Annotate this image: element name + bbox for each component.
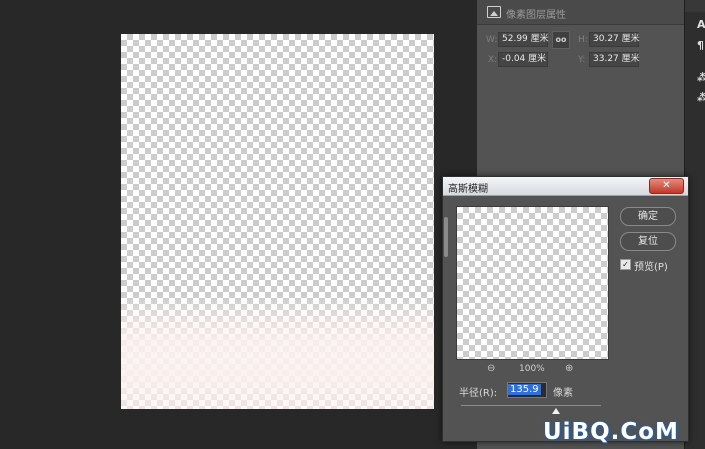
properties-header: 像素图层属性	[477, 0, 684, 25]
styles-tool-icon[interactable]: ⁂	[697, 92, 705, 104]
radius-input[interactable]: 135.9	[507, 382, 547, 398]
glyphs-tool-icon[interactable]: ⁂	[697, 72, 705, 84]
radius-value: 135.9	[508, 384, 541, 395]
unit-label: 像素	[553, 388, 573, 399]
dialog-scrollbar[interactable]	[444, 217, 448, 257]
link-icon[interactable]: oo	[552, 31, 570, 49]
blur-preview[interactable]	[456, 206, 609, 360]
radius-slider-thumb[interactable]	[552, 408, 561, 414]
height-label: H:	[578, 35, 588, 45]
x-label: X:	[488, 55, 498, 65]
close-button[interactable]: ✕	[649, 178, 684, 194]
width-field[interactable]: 52.99 厘米	[498, 32, 549, 47]
y-field[interactable]: 33.27 厘米	[589, 52, 640, 67]
zoom-in-icon[interactable]: ⊕	[565, 363, 577, 375]
reset-button[interactable]: 复位	[620, 232, 676, 251]
zoom-value: 100%	[519, 364, 545, 374]
pixel-layer-icon	[487, 6, 501, 18]
radius-label: 半径(R):	[459, 388, 498, 399]
gaussian-blur-dialog: 高斯模糊 ✕ 确定 复位 ✓ 预览(P) ⊖ 100% ⊕ 半径(R): 135…	[442, 176, 689, 442]
character-tool-icon[interactable]: A	[697, 19, 705, 31]
blurred-gradient-layer	[121, 294, 434, 409]
x-field[interactable]: -0.04 厘米	[498, 52, 548, 67]
width-label: W:	[486, 35, 498, 45]
preview-checkbox[interactable]: ✓	[620, 259, 631, 270]
strip-header	[685, 0, 705, 12]
dialog-titlebar[interactable]: 高斯模糊 ✕	[443, 177, 688, 196]
ok-button[interactable]: 确定	[620, 207, 676, 226]
radius-slider-track[interactable]	[461, 405, 601, 406]
watermark-logo: UiBQ.CoM	[543, 419, 679, 445]
y-label: Y:	[578, 55, 586, 65]
paragraph-tool-icon[interactable]: ¶	[697, 40, 705, 52]
height-field[interactable]: 30.27 厘米	[589, 32, 640, 47]
document-canvas[interactable]	[121, 34, 434, 409]
properties-title: 像素图层属性	[506, 10, 566, 21]
zoom-out-icon[interactable]: ⊖	[487, 363, 499, 375]
dialog-title: 高斯模糊	[448, 184, 488, 195]
preview-label: 预览(P)	[634, 262, 668, 273]
